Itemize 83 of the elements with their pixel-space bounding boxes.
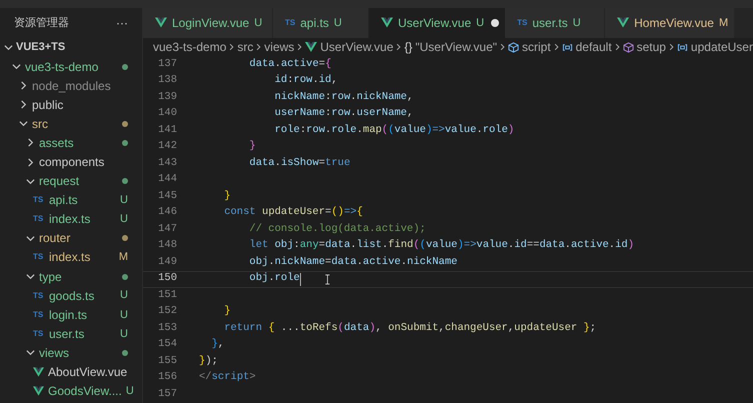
ts-file-icon: TS [33, 213, 46, 226]
tree-item[interactable]: assets [0, 133, 142, 152]
line-number: 138 [157, 73, 177, 88]
section-header[interactable]: VUE3+TS [0, 38, 142, 57]
braces-icon: {} [404, 38, 412, 56]
ts-file-icon: TS [33, 308, 46, 321]
line-number: 147 [157, 222, 177, 237]
code-line: userName:row.userName, [274, 106, 414, 122]
code-line: } [223, 304, 231, 320]
tree-item[interactable]: AboutView.vue [0, 362, 142, 382]
ts-file-icon: TS [517, 16, 528, 29]
editor-tab[interactable]: UserView.vue U [369, 8, 506, 38]
code-line: id:row.id, [274, 73, 338, 88]
breadcrumb-item[interactable]: UserView.vue [305, 38, 394, 56]
code-line: let obj:any=data.list.find((value)=>value.id==data.active.id) [248, 238, 634, 254]
line-number: 146 [157, 205, 177, 220]
tree-item[interactable]: node_modules [0, 76, 142, 96]
tree-item[interactable]: TS user.ts U [0, 324, 142, 344]
code-line: nickName:row.nickName, [274, 90, 414, 105]
tree-item[interactable]: router [0, 228, 142, 248]
line-number: 157 [157, 386, 177, 402]
line-number: 150 [157, 271, 177, 286]
editor-tab[interactable]: HomeView.vue M [605, 8, 736, 38]
tree-item[interactable]: GoodsView.... U [0, 382, 142, 401]
ts-file-icon: TS [33, 194, 46, 206]
tree-item[interactable]: TS index.ts M [0, 248, 142, 268]
line-number: 148 [157, 238, 177, 254]
line-number: 144 [157, 172, 177, 188]
line-number: 149 [157, 254, 177, 270]
more-actions-button[interactable]: ··· [116, 17, 128, 29]
tree-item[interactable]: request [0, 172, 142, 191]
code-line: role:row.role.map((value)=>value.role) [274, 122, 514, 138]
code-line: data.active={ [248, 56, 332, 72]
ts-file-icon: TS [33, 251, 46, 264]
code-line: obj.role [248, 271, 300, 286]
code-line: </script> [199, 370, 256, 386]
line-number: 156 [157, 370, 177, 386]
ts-file-icon: TS [285, 16, 296, 29]
editor-tab[interactable]: TS user.ts U [505, 8, 606, 38]
code-line: }); [199, 354, 218, 369]
line-number: 153 [157, 320, 177, 336]
line-number: 155 [157, 354, 177, 369]
line-number: 143 [157, 156, 177, 171]
code-line: return { ...toRefs(data), onSubmit,changeUser,updateUser }; [223, 320, 596, 336]
code-line: obj.nickName=data.active.nickName [248, 254, 458, 270]
line-number: 139 [157, 90, 177, 105]
editor-tab[interactable]: TS api.ts U [273, 8, 369, 38]
sidebar-title: 资源管理器 [14, 16, 69, 31]
line-number: 152 [157, 304, 177, 320]
ts-file-icon: TS [33, 290, 46, 302]
tree-item[interactable]: components [0, 152, 142, 172]
code-line: // console.log(data.active); [248, 222, 426, 237]
code-line: data.isShow=true [248, 156, 350, 171]
line-number: 145 [157, 188, 177, 204]
tree-item[interactable]: TS index.ts U [0, 210, 142, 229]
tree-item[interactable]: src [0, 114, 142, 134]
line-number: 151 [157, 288, 177, 303]
line-number: 141 [157, 122, 177, 138]
breadcrumb-item[interactable]: default [562, 38, 612, 56]
breadcrumb-item[interactable]: {} "UserView.vue" [404, 38, 498, 56]
code-line: } [248, 139, 256, 154]
tree-item[interactable]: vue3-ts-demo [0, 57, 142, 76]
line-number: 142 [157, 139, 177, 154]
tree-item[interactable]: TS goods.ts U [0, 286, 142, 306]
breadcrumb-item[interactable]: vue3-ts-demo [153, 38, 226, 56]
ts-file-icon: TS [33, 328, 46, 340]
line-number: 154 [157, 337, 177, 352]
code-line: }, [210, 337, 224, 352]
line-number: 140 [157, 106, 177, 122]
breadcrumb-item[interactable]: setup [622, 38, 666, 56]
editor-tab[interactable]: LoginView.vue U [143, 8, 273, 38]
breadcrumb-item[interactable]: src [237, 38, 254, 56]
tree-item[interactable]: TS api.ts U [0, 190, 142, 210]
breadcrumb-item[interactable]: script [508, 38, 551, 56]
tree-item[interactable]: views [0, 343, 142, 362]
tree-item[interactable]: type [0, 267, 142, 286]
code-line: const updateUser=()=>{ [223, 205, 363, 220]
tree-item[interactable]: public [0, 95, 142, 114]
breadcrumb-item[interactable]: views [264, 38, 294, 56]
line-number: 137 [157, 56, 177, 72]
tree-item[interactable]: TS login.ts U [0, 305, 142, 324]
code-line: } [223, 188, 231, 204]
breadcrumb-item[interactable]: updateUser [676, 38, 753, 56]
